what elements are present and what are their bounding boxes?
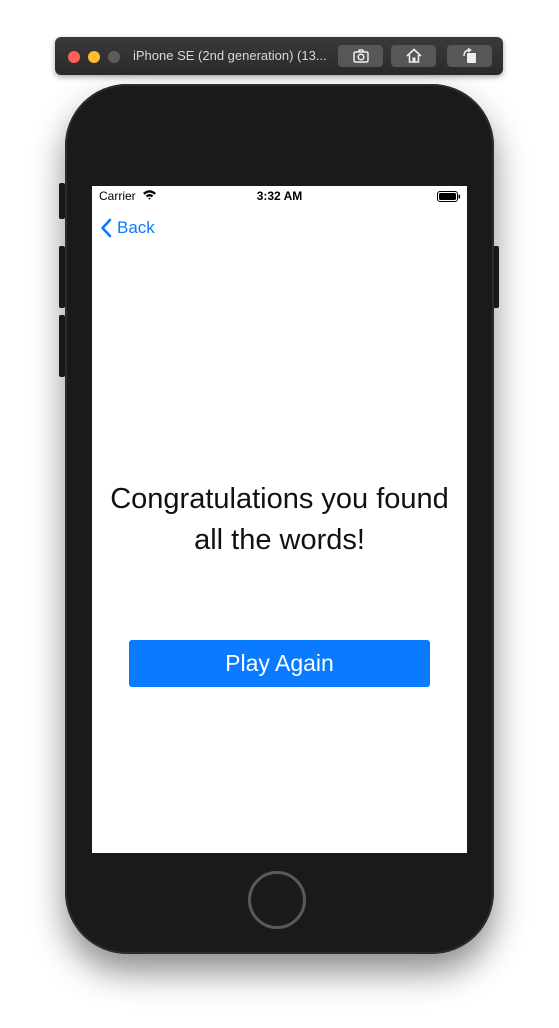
device-screen: Carrier 3:32 AM Back Congratulations you… <box>92 186 467 853</box>
chevron-left-icon <box>101 218 112 238</box>
zoom-window-button[interactable] <box>108 51 120 63</box>
battery-icon <box>437 191 461 202</box>
minimize-window-button[interactable] <box>88 51 100 63</box>
simulator-titlebar: iPhone SE (2nd generation) (13... <box>55 37 503 75</box>
congratulations-message: Congratulations you found all the words! <box>92 479 467 561</box>
close-window-button[interactable] <box>68 51 80 63</box>
play-again-button[interactable]: Play Again <box>129 640 430 687</box>
status-time: 3:32 AM <box>256 189 303 203</box>
rotate-button[interactable] <box>447 45 492 67</box>
message-line-1: Congratulations you found <box>110 483 449 515</box>
back-label: Back <box>117 218 155 237</box>
home-icon <box>405 48 422 63</box>
simulator-stage: iPhone SE (2nd generation) (13... Carrie… <box>0 0 559 1028</box>
screenshot-button[interactable] <box>338 45 383 67</box>
rotate-icon <box>462 47 476 63</box>
home-toolbar-button[interactable] <box>391 45 436 67</box>
message-line-2: all the words! <box>194 524 365 556</box>
camera-icon <box>352 49 369 63</box>
back-button[interactable]: Back <box>100 217 155 239</box>
device-home-button[interactable] <box>248 871 306 929</box>
simulator-title: iPhone SE (2nd generation) (13... <box>133 48 327 63</box>
status-bar: Carrier 3:32 AM <box>92 186 467 206</box>
